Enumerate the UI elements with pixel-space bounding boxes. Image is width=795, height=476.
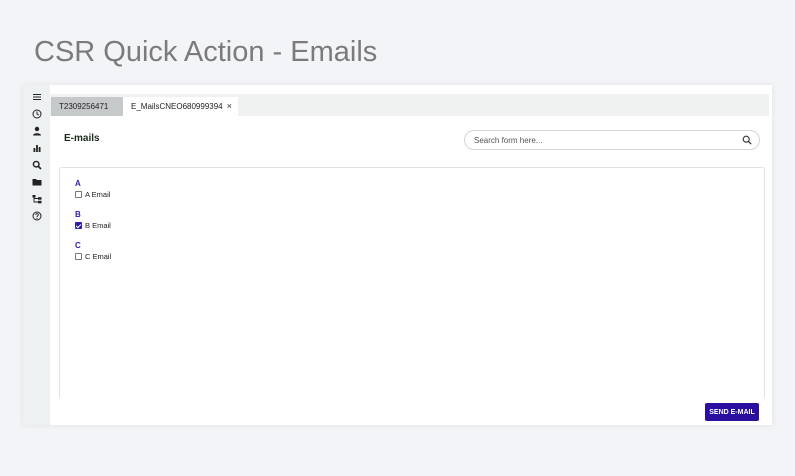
- main-content: E-mails A A Email B B Email C C Email: [50, 116, 769, 425]
- tab-emails[interactable]: E_MailsCNEO680999394 ×: [123, 97, 238, 116]
- help-icon[interactable]: [30, 209, 43, 222]
- search-box: [464, 130, 760, 150]
- top-strip: [50, 85, 769, 94]
- user-icon[interactable]: [30, 124, 43, 137]
- search-icon[interactable]: [30, 158, 43, 171]
- checkbox-a-email[interactable]: [75, 191, 82, 198]
- section-title: E-mails: [64, 133, 100, 144]
- app-frame: T2309256471 E_MailsCNEO680999394 × E-mai…: [23, 85, 772, 425]
- page-title: CSR Quick Action - Emails: [34, 36, 378, 68]
- search-input[interactable]: [474, 134, 734, 147]
- close-icon[interactable]: ×: [227, 101, 232, 111]
- email-option-b[interactable]: B Email: [75, 221, 111, 230]
- tab-t2309256471[interactable]: T2309256471: [51, 97, 123, 116]
- tab-label: T2309256471: [59, 102, 109, 111]
- hierarchy-icon[interactable]: [30, 192, 43, 205]
- chart-icon[interactable]: [30, 141, 43, 154]
- group-label-c: C: [75, 241, 81, 250]
- checkbox-label: A Email: [85, 190, 111, 199]
- email-option-c[interactable]: C Email: [75, 252, 111, 261]
- folder-icon[interactable]: [30, 175, 43, 188]
- sidebar: [23, 85, 50, 425]
- send-email-button[interactable]: SEND E-MAIL: [705, 403, 759, 421]
- checkbox-c-email[interactable]: [75, 253, 82, 260]
- email-option-a[interactable]: A Email: [75, 190, 110, 199]
- history-icon[interactable]: [30, 107, 43, 120]
- checkbox-label: B Email: [85, 221, 111, 230]
- checkbox-b-email[interactable]: [75, 222, 82, 229]
- search-icon[interactable]: [742, 135, 752, 145]
- tab-label: E_MailsCNEO680999394: [131, 102, 223, 111]
- email-list-panel: A A Email B B Email C C Email: [59, 167, 765, 398]
- checkbox-label: C Email: [85, 252, 112, 261]
- group-label-b: B: [75, 210, 81, 219]
- tab-bar: T2309256471 E_MailsCNEO680999394 ×: [50, 94, 769, 116]
- group-label-a: A: [75, 179, 81, 188]
- menu-icon[interactable]: [30, 90, 43, 103]
